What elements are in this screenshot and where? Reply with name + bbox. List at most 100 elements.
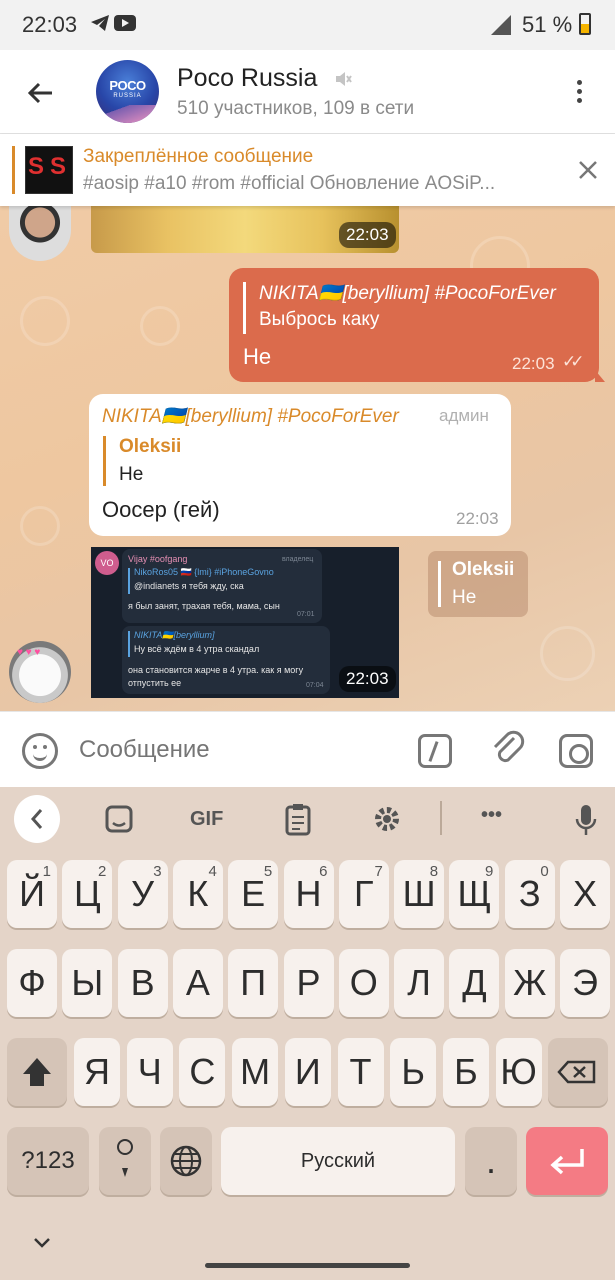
key-label: Р — [296, 962, 321, 1003]
shot-avatar: VO — [95, 551, 119, 575]
incoming-message[interactable]: NIKITA🇺🇦[beryllium] #PocoForEver админ O… — [89, 394, 511, 536]
admin-badge: админ — [439, 406, 489, 425]
pinned-label: Закреплённое сообщение — [83, 146, 314, 167]
youtube-icon — [114, 15, 136, 31]
camera-icon[interactable] — [559, 734, 593, 768]
key-label: Д — [462, 962, 487, 1003]
more-options-button[interactable]: ••• — [481, 795, 502, 843]
letter-key[interactable]: Я — [74, 1038, 120, 1106]
key-label: Ф — [18, 962, 46, 1003]
key-number-hint: 9 — [485, 863, 494, 880]
key-label: О — [349, 962, 378, 1003]
letter-key[interactable]: И — [284, 1038, 331, 1106]
letter-key[interactable]: Е5 — [228, 860, 279, 928]
chat-header: POCO RUSSIA Poco Russia 510 участников, … — [0, 50, 615, 134]
letter-key[interactable]: О — [338, 949, 389, 1017]
collapse-toolbar-button[interactable] — [14, 795, 60, 843]
letter-key[interactable]: Ш8 — [394, 860, 445, 928]
key-number-hint: 4 — [208, 863, 217, 880]
close-icon[interactable] — [578, 160, 598, 180]
letter-key[interactable]: Л — [394, 949, 445, 1017]
reply-author: NIKITA🇺🇦[beryllium] #PocoForEver — [259, 283, 556, 304]
key-number-hint: 5 — [263, 863, 273, 880]
pinned-message-bar[interactable]: Закреплённое сообщение #aosip #a10 #rom … — [0, 134, 615, 206]
key-label: П — [240, 962, 267, 1003]
letter-key[interactable]: В — [117, 949, 168, 1017]
letter-key[interactable]: Д — [449, 949, 500, 1017]
clipboard-icon[interactable] — [284, 795, 312, 843]
period-key[interactable]: . — [465, 1127, 517, 1195]
letter-key[interactable]: Ы — [62, 949, 113, 1017]
letter-key[interactable]: Й1 — [7, 860, 57, 928]
letter-key[interactable]: А — [172, 949, 223, 1017]
emoji-key[interactable] — [99, 1127, 151, 1195]
key-label: Ч — [137, 1051, 162, 1092]
sender-name: NIKITA🇺🇦[beryllium] #PocoForEver — [102, 406, 399, 427]
sticker-icon[interactable] — [104, 795, 134, 843]
message-time: 22:03 — [456, 509, 499, 528]
key-number-hint: 2 — [97, 863, 107, 880]
letter-key[interactable]: З0 — [504, 860, 555, 928]
sender-avatar[interactable] — [9, 641, 71, 703]
hide-keyboard-icon[interactable] — [32, 1232, 52, 1252]
battery-icon — [579, 13, 591, 35]
attach-icon[interactable] — [490, 730, 526, 770]
letter-key[interactable]: П — [228, 949, 279, 1017]
group-avatar[interactable]: POCO RUSSIA — [96, 60, 159, 123]
letter-key[interactable]: Б — [442, 1038, 489, 1106]
key-label: Ц — [73, 873, 101, 914]
microphone-icon[interactable] — [573, 795, 599, 843]
letter-key[interactable]: У3 — [117, 860, 168, 928]
emoji-icon[interactable] — [22, 733, 58, 769]
letter-key[interactable]: Т — [337, 1038, 384, 1106]
key-label: Г — [354, 873, 374, 914]
symbols-key[interactable]: ?123 — [7, 1127, 89, 1195]
key-number-hint: 0 — [540, 863, 549, 880]
chat-title[interactable]: Poco Russia — [177, 64, 317, 93]
letter-key[interactable]: М — [232, 1038, 279, 1106]
letter-key[interactable]: Х — [560, 860, 610, 928]
message-list[interactable]: 22:03 NIKITA🇺🇦[beryllium] #PocoForEver В… — [0, 206, 615, 711]
message-text: Не — [243, 344, 272, 369]
reply-preview[interactable]: Oleksii Не — [428, 551, 528, 617]
letter-key[interactable]: Ц2 — [62, 860, 113, 928]
key-label: Ю — [500, 1051, 537, 1092]
reply-text: Не — [452, 587, 477, 608]
signal-icon — [491, 15, 511, 35]
letter-key[interactable]: Р — [283, 949, 334, 1017]
more-menu-icon[interactable] — [572, 78, 586, 108]
key-label: Я — [84, 1051, 110, 1092]
message-input[interactable] — [79, 736, 399, 764]
letter-key[interactable]: Э — [560, 949, 610, 1017]
letter-key[interactable]: Ю — [495, 1038, 542, 1106]
muted-icon — [336, 72, 352, 86]
letter-key[interactable]: Щ9 — [449, 860, 500, 928]
key-label: Ж — [513, 962, 547, 1003]
key-label: И — [294, 1051, 321, 1092]
letter-key[interactable]: Ф — [7, 949, 57, 1017]
gif-button[interactable]: GIF — [190, 795, 223, 843]
letter-key[interactable]: Ж — [504, 949, 555, 1017]
space-key[interactable]: Русский — [221, 1127, 455, 1195]
letter-key[interactable]: Г7 — [338, 860, 389, 928]
letter-key[interactable]: К4 — [172, 860, 223, 928]
key-number-hint: 1 — [42, 863, 51, 880]
key-number-hint: 6 — [319, 863, 328, 880]
key-number-hint: 7 — [374, 863, 383, 880]
back-arrow-icon[interactable] — [26, 78, 56, 108]
gesture-navigation-bar[interactable] — [205, 1263, 410, 1268]
shift-key[interactable] — [7, 1038, 67, 1106]
settings-gear-icon[interactable] — [372, 795, 402, 843]
letter-key[interactable]: Н6 — [283, 860, 334, 928]
letter-key[interactable]: Ь — [390, 1038, 437, 1106]
status-bar: 22:03 51 % — [0, 0, 615, 50]
key-label: Й — [19, 873, 45, 914]
outgoing-message[interactable]: NIKITA🇺🇦[beryllium] #PocoForEver Выбрось… — [229, 268, 599, 382]
letter-key[interactable]: Ч — [126, 1038, 173, 1106]
enter-key[interactable] — [526, 1127, 608, 1195]
language-globe-key[interactable] — [160, 1127, 212, 1195]
letter-key[interactable]: С — [179, 1038, 226, 1106]
bot-command-icon[interactable] — [418, 734, 452, 768]
sender-avatar[interactable] — [9, 206, 71, 261]
backspace-key[interactable] — [548, 1038, 608, 1106]
